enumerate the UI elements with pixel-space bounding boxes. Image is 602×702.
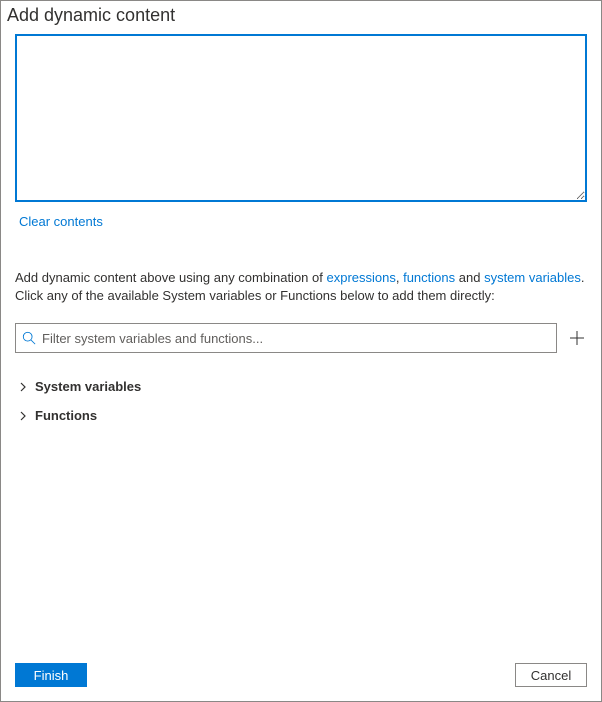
finish-button[interactable]: Finish <box>15 663 87 687</box>
add-button[interactable] <box>567 328 587 348</box>
dialog-footer: Finish Cancel <box>1 651 601 701</box>
add-dynamic-content-dialog: Add dynamic content Clear contents Add d… <box>0 0 602 702</box>
filter-input[interactable] <box>42 324 556 352</box>
tree-item-functions[interactable]: Functions <box>15 404 587 427</box>
clear-contents-link[interactable]: Clear contents <box>19 214 587 229</box>
help-sep1: , <box>396 270 403 285</box>
chevron-right-icon <box>17 381 29 393</box>
tree-item-system-variables[interactable]: System variables <box>15 375 587 398</box>
cancel-button[interactable]: Cancel <box>515 663 587 687</box>
filter-row <box>15 323 587 353</box>
chevron-right-icon <box>17 410 29 422</box>
expressions-link[interactable]: expressions <box>326 270 395 285</box>
search-icon <box>16 331 42 345</box>
tree-item-label: System variables <box>35 379 141 394</box>
help-sep2: and <box>455 270 484 285</box>
help-prefix: Add dynamic content above using any comb… <box>15 270 326 285</box>
system-variables-link[interactable]: system variables <box>484 270 581 285</box>
functions-link[interactable]: functions <box>403 270 455 285</box>
help-text: Add dynamic content above using any comb… <box>15 269 587 305</box>
dynamic-content-editor[interactable] <box>15 34 587 202</box>
filter-input-container[interactable] <box>15 323 557 353</box>
tree: System variables Functions <box>15 375 587 427</box>
tree-item-label: Functions <box>35 408 97 423</box>
dialog-title: Add dynamic content <box>1 1 601 34</box>
dialog-content: Clear contents Add dynamic content above… <box>1 34 601 651</box>
